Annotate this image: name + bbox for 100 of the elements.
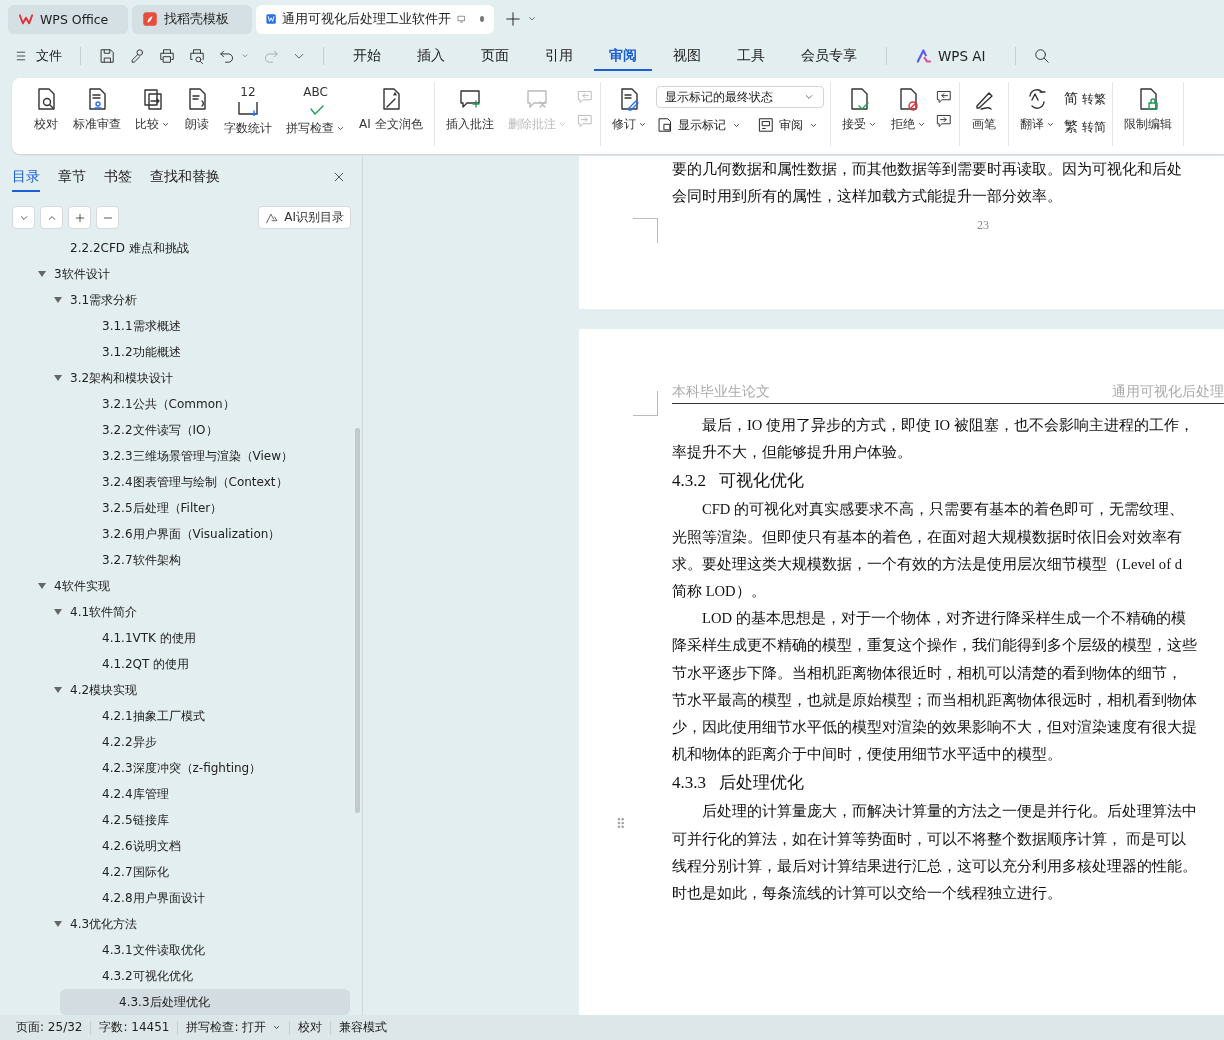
toc-item[interactable]: 4.1.2QT 的使用 — [0, 651, 350, 677]
wps-ai-button[interactable]: WPS AI — [901, 41, 1001, 71]
paragraph: 后处理的计算量庞大，而解决计算量的方法之一便是并行化。后处理算法中 可并行化的算法，如在计算等势面时，可以不将整个数据顺序计算， 而是可以 线程分别计算，最后对计算结果进行汇总，这可以充分利用多核处理器的性能。 时也是如此，每条流线的计算可以交给一个线程独立进行。 — [672, 802, 1198, 904]
menu-icon — [14, 49, 28, 63]
toc-item[interactable]: 4.2.6说明文档 — [0, 833, 350, 859]
ribbon-button[interactable]: 标准审查 — [68, 82, 126, 137]
section-heading: 4.3.3 后处理优化 — [672, 772, 805, 795]
ribbon-tab[interactable]: 视图 — [658, 41, 716, 71]
toc-item[interactable]: 4软件实现 — [0, 573, 350, 599]
new-tab-button[interactable] — [504, 10, 522, 28]
toc-item[interactable]: 4.2.5链接库 — [0, 807, 350, 833]
toc-item[interactable]: 4.3优化方法 — [0, 911, 350, 937]
scrollbar-thumb[interactable] — [355, 428, 360, 813]
ribbon-tab[interactable]: 页面 — [466, 41, 524, 71]
comment-arrow-left-icon — [575, 88, 594, 106]
paragraph: CFD 的可视化对真实感要求不高，只需要有基本的着色即可，无需纹理、 光照等渲染。但即使只有基本的着色，在面对超大规模数据时依旧会对效率有 求。要处理这类大规模数据，一个有效的方法是使用层次细节模型（Level of d 简称 LOD）。 — [672, 500, 1186, 601]
toc-item[interactable]: 2.2.2CFD 难点和挑战 — [0, 235, 350, 261]
status-item[interactable]: 拼写检查: 打开 — [178, 1020, 291, 1035]
ribbon-button[interactable]: 限制编辑 — [1118, 82, 1177, 137]
file-menu-button[interactable]: 文件 — [14, 47, 62, 65]
previous-comment-button[interactable] — [934, 88, 953, 106]
page-number: 23 — [977, 218, 989, 234]
expand-triangle-icon[interactable] — [54, 687, 62, 693]
toc-item[interactable]: 3.2.5后处理（Filter） — [0, 495, 350, 521]
sidebar-tab[interactable]: 目录 — [12, 168, 40, 192]
toc-item[interactable]: 3软件设计 — [0, 261, 350, 287]
sidebar-tab[interactable]: 章节 — [58, 168, 86, 192]
toc-item[interactable]: 4.3.3后处理优化 — [60, 989, 350, 1015]
expand-triangle-icon[interactable] — [38, 271, 46, 277]
toc-item[interactable]: 4.1.1VTK 的使用 — [0, 625, 350, 651]
paragraph: 最后，IO 使用了异步的方式，即使 IO 被阻塞，也不会影响主进程的工作， 率提升不大，但能够提升用户体验。 — [672, 416, 1195, 463]
ribbon-button[interactable]: 繁 转简 — [1063, 118, 1106, 136]
search-icon — [1032, 47, 1051, 65]
save-icon — [98, 47, 116, 65]
ribbon-tab[interactable]: 会员专享 — [786, 41, 872, 71]
ribbon-button[interactable]: 修订 — [606, 82, 652, 137]
sidebar-tab[interactable]: 书签 — [104, 168, 132, 192]
ribbon-button[interactable]: 画笔 — [965, 82, 1002, 137]
toc-item[interactable]: 4.3.2可视化优化 — [0, 963, 350, 989]
toc-item[interactable]: 4.2.7国际化 — [0, 859, 350, 885]
ribbon-tab[interactable]: 审阅 — [594, 41, 652, 71]
toc-item[interactable]: 3.1.2功能概述 — [0, 339, 350, 365]
sidebar-tab[interactable]: 查找和替换 — [150, 168, 220, 192]
document-tab[interactable]: WPS Office — [8, 4, 128, 34]
comment-arrow-right-icon — [575, 112, 594, 130]
redo-icon — [262, 47, 280, 65]
expand-triangle-icon[interactable] — [38, 583, 46, 589]
toc-item[interactable]: 4.2.8用户界面设计 — [0, 885, 350, 911]
ribbon-tab[interactable]: 工具 — [722, 41, 780, 71]
status-item[interactable]: 兼容模式 — [331, 1020, 396, 1035]
toc-item[interactable]: 3.1需求分析 — [0, 287, 350, 313]
toc-item[interactable]: 3.2架构和模块设计 — [0, 365, 350, 391]
toc-item[interactable]: 4.1软件简介 — [0, 599, 350, 625]
toc-item[interactable]: 3.2.6用户界面（Visualization） — [0, 521, 350, 547]
crop-mark — [633, 218, 658, 244]
toc-item[interactable]: 4.2模块实现 — [0, 677, 350, 703]
ribbon-button[interactable]: 翻译 — [1014, 82, 1060, 137]
toc-item[interactable]: 3.2.4图表管理与绘制（Context） — [0, 469, 350, 495]
header-text: 通用可视化后处理 — [1112, 383, 1224, 401]
ribbon-button[interactable]: 朗读 — [179, 82, 215, 137]
ai-toc-button[interactable]: AI识别目录 — [258, 206, 351, 229]
status-item[interactable]: 字数: 14451 — [91, 1020, 179, 1035]
expand-triangle-icon[interactable] — [54, 921, 62, 927]
ribbon-button[interactable]: 审阅 — [756, 116, 818, 134]
toc-item[interactable]: 4.2.1抽象工厂模式 — [0, 703, 350, 729]
ribbon-button[interactable]: ABC 拼写检查 — [281, 82, 350, 141]
document-tab[interactable]: 找稻壳模板 — [132, 4, 252, 34]
ribbon-button[interactable]: 校对 — [28, 82, 64, 137]
markup-dropdown[interactable]: 显示标记的最终状态 — [655, 86, 824, 108]
toc-item[interactable]: 3.2.7软件架构 — [0, 547, 350, 573]
status-item[interactable]: 页面: 25/32 — [8, 1020, 92, 1035]
ribbon-button[interactable]: 12 字数统计 — [219, 82, 277, 141]
ribbon-tab[interactable]: 开始 — [338, 41, 396, 71]
toc-item[interactable]: 4.2.4库管理 — [0, 781, 350, 807]
ribbon-tab[interactable]: 引用 — [530, 41, 588, 71]
status-item[interactable]: 校对 — [290, 1020, 332, 1035]
toc-item[interactable]: 3.1.1需求概述 — [0, 313, 350, 339]
toc-item[interactable]: 3.2.2文件读写（IO） — [0, 417, 350, 443]
expand-triangle-icon[interactable] — [54, 297, 62, 303]
ribbon-button[interactable]: 接受 — [836, 82, 882, 137]
toc-item[interactable]: 4.2.2异步 — [0, 729, 350, 755]
document-tab[interactable]: 通用可视化后处理工业软件开 — [256, 4, 494, 34]
caret-icon — [557, 120, 567, 129]
ai-logo-icon — [916, 48, 932, 64]
expand-triangle-icon[interactable] — [54, 375, 62, 381]
toc-item[interactable]: 3.2.1公共（Common） — [0, 391, 350, 417]
ribbon-button[interactable]: AI 全文润色 — [354, 82, 428, 137]
toc-item[interactable]: 4.3.1文件读取优化 — [0, 937, 350, 963]
toc-item[interactable]: 4.2.3深度冲突（z-fighting） — [0, 755, 350, 781]
ribbon-button[interactable]: 显示标记 — [655, 116, 741, 134]
ribbon-button[interactable]: 简 转繁 — [1063, 90, 1106, 108]
expand-triangle-icon[interactable] — [54, 609, 62, 615]
section-heading: 4.3.2 可视化优化 — [672, 470, 805, 493]
toc-item[interactable]: 3.2.3三维场景管理与渲染（View） — [0, 443, 350, 469]
ribbon-button[interactable]: 插入批注 — [440, 82, 499, 137]
ribbon-tab[interactable]: 插入 — [402, 41, 460, 71]
plus-icon — [73, 211, 86, 224]
ribbon-button[interactable]: 比较 — [130, 82, 175, 137]
ribbon-button[interactable]: 拒绝 — [885, 82, 931, 137]
next-comment-button[interactable] — [934, 112, 953, 130]
